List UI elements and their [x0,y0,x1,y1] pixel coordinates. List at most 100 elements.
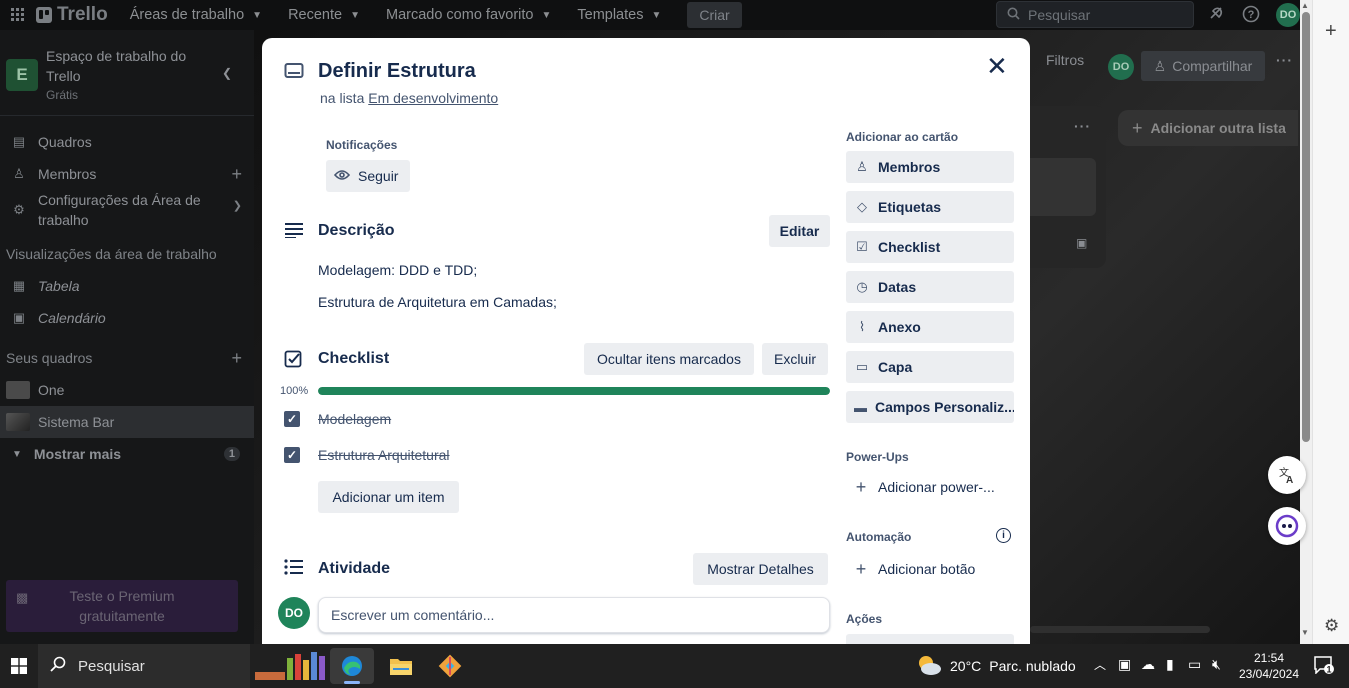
collapse-sidebar-icon[interactable]: ❮ [222,66,232,80]
list-prefix: na lista [320,90,365,106]
labels-button[interactable]: ◇ Etiquetas [846,191,1014,223]
comment-input[interactable]: Escrever um comentário... [318,597,830,633]
assistant-icon[interactable] [1268,507,1306,545]
taskbar-clock[interactable]: 21:54 23/04/2024 [1234,650,1304,682]
add-powerup-button[interactable]: + Adicionar power-... [846,471,1014,503]
chevron-down-icon: ▼ [541,9,552,21]
clock-date: 23/04/2024 [1238,667,1300,681]
chevron-down-icon: ❯ [232,200,242,212]
add-board-icon[interactable]: + [231,348,242,369]
scroll-up-arrow-icon[interactable]: ▲ [1301,1,1309,10]
plus-icon: + [1132,117,1143,138]
list-link[interactable]: Em desenvolvimento [368,90,498,106]
checklist-item-text[interactable]: Estrutura Arquitetural [318,447,450,463]
cover-label: Capa [878,359,913,375]
nav-templates[interactable]: Templates ▼ [577,7,661,23]
meet-icon[interactable]: ▣ [1118,656,1131,673]
chevron-down-icon: ▼ [651,9,662,21]
card-list-info: na lista Em desenvolvimento [320,90,498,106]
trello-logo[interactable]: Trello [36,4,108,26]
page-vertical-scrollbar[interactable]: ▲ ▼ [1300,0,1312,644]
checklist-item-text[interactable]: Modelagem [318,411,391,427]
taskbar-search[interactable]: Pesquisar [38,644,250,688]
premium-trial-button[interactable]: ▩ Teste o Premium gratuitamente [6,580,238,632]
microphone-icon[interactable]: ▮ [1166,656,1174,673]
attachment-button[interactable]: ⌇ Anexo [846,311,1014,343]
checklist-button[interactable]: ☑ Checklist [846,231,1014,263]
windows-start-icon[interactable] [0,644,38,688]
sidebar-board-sistema-bar[interactable]: Sistema Bar [0,406,254,438]
add-member-icon[interactable]: + [231,164,242,185]
members-button[interactable]: ♙ Membros [846,151,1014,183]
books-widget-icon[interactable] [250,648,328,684]
gear-icon[interactable]: ⚙ [1324,616,1339,636]
search-input[interactable]: Pesquisar [996,1,1194,28]
add-checklist-item-button[interactable]: Adicionar um item [318,481,459,513]
app-switcher-icon[interactable] [0,0,36,30]
action-button[interactable] [846,634,1014,644]
sidebar-item-settings[interactable]: ⚙ Configurações da Área de trabalho ❯ [0,190,254,230]
create-button[interactable]: Criar [687,2,742,28]
description-line[interactable]: Modelagem: DDD e TDD; [318,262,477,278]
network-icon[interactable]: ▭ [1188,656,1201,673]
sidebar-item-boards[interactable]: ▤ Quadros [0,126,254,158]
add-button-button[interactable]: + Adicionar botão [846,553,1014,585]
scroll-down-arrow-icon[interactable]: ▼ [1301,628,1309,637]
notification-center-icon[interactable]: 1 [1314,656,1334,678]
card-title[interactable]: Definir Estrutura [318,60,476,83]
add-panel-icon[interactable]: + [1325,20,1337,43]
browser-side-panel [1312,0,1349,644]
workspace-name[interactable]: Espaço de trabalho do Trello [46,46,196,86]
checklist-item[interactable]: ✓ Estrutura Arquitetural [284,447,450,463]
notifications-bell-icon[interactable] [1207,5,1225,28]
board-name: Sistema Bar [38,414,115,430]
sidebar-item-members[interactable]: ♙ Membros + [0,158,254,190]
edit-description-button[interactable]: Editar [769,215,830,247]
checklist-item[interactable]: ✓ Modelagem [284,411,391,427]
info-icon[interactable]: i [996,528,1011,543]
card-template-icon[interactable]: ▣ [1076,236,1087,250]
cloud-icon[interactable]: ☁ [1141,656,1155,673]
sidebar-item-table[interactable]: ▦ Tabela [0,270,254,302]
weather-widget[interactable]: 20°C Parc. nublado [916,644,1076,688]
follow-button[interactable]: Seguir [326,160,410,192]
delete-checklist-button[interactable]: Excluir [762,343,828,375]
card-icon [284,62,304,83]
file-explorer-icon[interactable] [379,648,423,684]
chevron-up-icon[interactable]: ︿ [1094,656,1106,673]
fields-icon: ▬ [854,399,867,415]
list-menu-icon[interactable]: ··· [1074,118,1091,134]
add-list-button[interactable]: + Adicionar outra lista [1118,110,1298,146]
nav-workspaces[interactable]: Áreas de trabalho ▼ [130,7,262,23]
dates-button[interactable]: ◷ Datas [846,271,1014,303]
sidebar-board-one[interactable]: One [0,374,254,406]
share-button[interactable]: ♙ Compartilhar [1141,51,1265,81]
hide-checked-button[interactable]: Ocultar itens marcados [584,343,754,375]
show-details-button[interactable]: Mostrar Detalhes [693,553,828,585]
nav-recent[interactable]: Recente ▼ [288,7,360,23]
nav-starred[interactable]: Marcado como favorito ▼ [386,7,551,23]
show-more-boards[interactable]: ▼ Mostrar mais 1 [0,438,254,470]
description-line[interactable]: Estrutura de Arquitetura em Camadas; [318,294,557,310]
cover-button[interactable]: ▭ Capa [846,351,1014,383]
translate-icon[interactable]: 文A [1268,456,1306,494]
board-menu-icon[interactable]: ··· [1276,52,1293,68]
clock-icon: ◷ [856,279,868,294]
git-app-icon[interactable] [428,648,472,684]
scrollbar-thumb[interactable] [1302,12,1310,442]
board-member-avatar[interactable]: DO [1108,54,1134,80]
filters-button[interactable]: Filtros [1030,52,1084,68]
help-icon[interactable]: ? [1242,5,1260,28]
custom-fields-button[interactable]: ▬ Campos Personaliz... [846,391,1014,423]
board-horizontal-scrollbar[interactable] [1030,626,1210,633]
sidebar-item-calendar[interactable]: ▣ Calendário [0,302,254,334]
close-icon[interactable]: ✕ [986,53,1008,79]
speaker-muted-icon[interactable]: 🔇︎ [1212,656,1221,673]
edge-browser-icon[interactable] [330,648,374,684]
board-card[interactable] [1030,158,1096,216]
checkbox-checked-icon[interactable]: ✓ [284,411,300,427]
checkbox-checked-icon[interactable]: ✓ [284,447,300,463]
checklist-title[interactable]: Checklist [318,350,389,368]
taskbar-search-label: Pesquisar [78,657,145,675]
user-avatar[interactable]: DO [1276,3,1300,27]
